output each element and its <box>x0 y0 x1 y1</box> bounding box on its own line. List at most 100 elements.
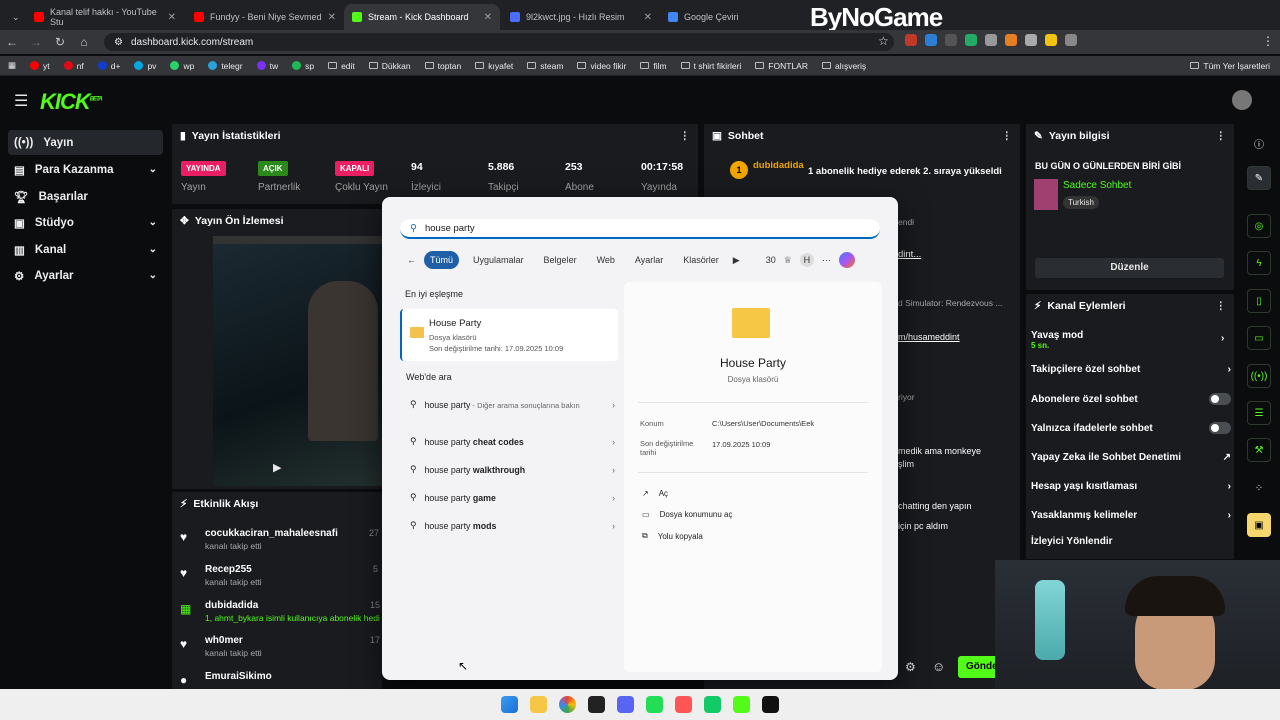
adblock-icon[interactable] <box>905 34 917 46</box>
category-name[interactable]: Sadece Sohbet <box>1063 180 1131 191</box>
emote-only-toggle[interactable] <box>1209 422 1231 434</box>
extension-icon[interactable] <box>985 34 997 46</box>
close-icon[interactable]: ✕ <box>328 12 336 23</box>
sidebar-item-studyo[interactable]: ▣ Stüdyo ⌄ <box>8 210 163 235</box>
bookmark-item[interactable]: wp <box>170 61 194 71</box>
bookmark-item[interactable]: telegr <box>208 61 243 71</box>
filter-settings[interactable]: Ayarlar <box>629 251 669 269</box>
more-icon[interactable]: ⋮ <box>1216 300 1227 312</box>
web-suggestion[interactable]: ⚲ house party walkthrough › <box>410 464 615 475</box>
app-icon[interactable] <box>704 696 721 713</box>
bookmark-item[interactable]: toptan <box>424 61 461 71</box>
open-location-action[interactable]: ▭ Dosya konumunu aç <box>642 510 733 519</box>
gift-icon[interactable]: ▣ <box>1247 513 1271 537</box>
copy-path-action[interactable]: ⧉ Yolu kopyala <box>642 531 703 541</box>
action-banned-words[interactable]: Yasaklanmış kelimeler › <box>1031 510 1231 521</box>
terminal-icon[interactable] <box>588 696 605 713</box>
bookmark-item[interactable]: tw <box>256 61 278 71</box>
menu-icon[interactable]: ⋮ <box>1262 34 1274 48</box>
bookmark-item[interactable]: video fikir <box>577 61 626 71</box>
extension-icon[interactable] <box>1025 34 1037 46</box>
all-bookmarks[interactable]: Tüm Yer İşaretleri <box>1190 61 1270 71</box>
sidebar-item-basarilar[interactable]: 🏆︎ Başarılar <box>8 184 163 209</box>
filter-web[interactable]: Web <box>591 251 621 269</box>
info-icon[interactable]: ⓘ <box>1247 131 1271 155</box>
bookmark-item[interactable]: alışveriş <box>821 61 866 71</box>
sidebar-item-yayin[interactable]: ((•)) Yayın <box>8 130 163 155</box>
discord-icon[interactable] <box>617 696 634 713</box>
chat-icon[interactable]: ▭ <box>1247 326 1271 350</box>
bookmark-item[interactable]: pv <box>134 61 156 71</box>
bookmark-item[interactable]: FONTLAR <box>755 61 808 71</box>
file-explorer-icon[interactable] <box>530 696 547 713</box>
emoji-icon[interactable]: ☺ <box>932 659 945 674</box>
gift-username[interactable]: dubidadida <box>753 160 804 171</box>
bookmark-star-icon[interactable]: ☆ <box>878 34 889 48</box>
list-icon[interactable]: ☰ <box>1247 401 1271 425</box>
play-icon[interactable]: ▶ <box>273 461 281 474</box>
more-icon[interactable]: ⋮ <box>1216 130 1227 142</box>
web-suggestion[interactable]: ⚲ house party mods › <box>410 520 615 531</box>
filter-apps[interactable]: Uygulamalar <box>467 251 530 269</box>
filter-documents[interactable]: Belgeler <box>538 251 583 269</box>
action-slow-mode[interactable]: Yavaş mod 5 sn. › <box>1031 330 1231 350</box>
play-icon[interactable]: ▶ <box>733 255 740 266</box>
more-icon[interactable]: ⋯ <box>822 255 831 266</box>
action-redirect[interactable]: İzleyici Yönlendir <box>1031 536 1231 547</box>
bookmark-item[interactable]: film <box>640 61 667 71</box>
filter-folders[interactable]: Klasörler <box>677 251 725 269</box>
close-icon[interactable]: ✕ <box>644 12 652 23</box>
action-account-age[interactable]: Hesap yaşı kısıtlaması › <box>1031 481 1231 492</box>
gear-icon[interactable]: ⚙ <box>905 660 916 674</box>
bookmark-item[interactable]: edit <box>328 61 355 71</box>
extension-icon[interactable] <box>1045 34 1057 46</box>
extension-icon[interactable] <box>965 34 977 46</box>
bookmark-item[interactable]: sp <box>292 61 314 71</box>
home-icon[interactable]: ⌂ <box>72 35 96 49</box>
document-icon[interactable]: ▯ <box>1247 289 1271 313</box>
web-suggestion[interactable]: ⚲ house party game › <box>410 492 615 503</box>
app-icon[interactable] <box>646 696 663 713</box>
site-info-icon[interactable]: ⚙ <box>114 37 123 48</box>
bookmark-item[interactable]: t shirt fikirleri <box>680 61 741 71</box>
action-subs-only[interactable]: Abonelere özel sohbet <box>1031 393 1231 405</box>
filter-all[interactable]: Tümü <box>424 251 460 269</box>
bookmark-item[interactable]: nf <box>63 61 84 71</box>
send-button[interactable]: Gönde <box>958 656 998 678</box>
tab-youtube-studio[interactable]: Kanal telif hakkı - YouTube Stu ✕ <box>26 4 184 30</box>
forward-icon[interactable]: → <box>24 35 48 49</box>
back-icon[interactable]: ← <box>0 35 24 49</box>
bookmark-item[interactable]: Dükkan <box>368 61 411 71</box>
kick-logo[interactable]: KICKBETA <box>40 89 103 115</box>
tab-image[interactable]: 9l2kwct.jpg - Hızlı Resim ✕ <box>502 4 660 30</box>
bolt-icon[interactable]: ϟ <box>1247 251 1271 275</box>
apps-grid-icon[interactable]: ▦ <box>8 60 16 71</box>
action-followers-only[interactable]: Takipçilere özel sohbet › <box>1031 364 1231 375</box>
bookmark-item[interactable]: steam <box>527 61 563 71</box>
tab-list-button[interactable]: ⌄ <box>4 4 24 30</box>
close-icon[interactable]: ✕ <box>168 12 176 23</box>
tab-fundyy[interactable]: Fundyy - Beni Niye Sevmed ✕ <box>186 4 344 30</box>
dots-icon[interactable]: ⁘ <box>1247 476 1271 500</box>
action-ai-moderation[interactable]: Yapay Zeka ile Sohbet Denetimi ↗ <box>1031 452 1231 463</box>
url-field[interactable]: ⚙ dashboard.kick.com/stream <box>104 33 894 51</box>
back-icon[interactable]: ← <box>407 255 416 265</box>
action-emote-only[interactable]: Yalnızca ifadelerle sohbet <box>1031 422 1231 434</box>
hamburger-icon[interactable]: ☰ <box>14 91 28 111</box>
start-icon[interactable] <box>501 696 518 713</box>
sidebar-item-ayarlar[interactable]: ⚙ Ayarlar ⌄ <box>8 263 163 288</box>
tab-kick-dashboard[interactable]: Stream - Kick Dashboard ✕ <box>344 4 500 30</box>
extension-icon[interactable] <box>925 34 937 46</box>
preview-video[interactable]: ▶ <box>213 236 382 486</box>
chrome-icon[interactable] <box>559 696 576 713</box>
more-icon[interactable]: ⋮ <box>680 130 691 142</box>
edit-button[interactable]: Düzenle <box>1035 258 1224 278</box>
sidebar-item-kanal[interactable]: ▥ Kanal ⌄ <box>8 237 163 262</box>
bookmark-item[interactable]: yt <box>30 61 50 71</box>
web-suggestion[interactable]: ⚲ house party - Diğer arama sonuçlarına b… <box>410 399 615 410</box>
extension-icon[interactable] <box>1005 34 1017 46</box>
puzzle-icon[interactable] <box>1065 34 1077 46</box>
search-input[interactable]: ⚲ house party <box>400 219 880 239</box>
sidebar-item-para-kazanma[interactable]: ▤ Para Kazanma ⌄ <box>8 157 163 182</box>
account-avatar[interactable]: H <box>799 253 814 267</box>
